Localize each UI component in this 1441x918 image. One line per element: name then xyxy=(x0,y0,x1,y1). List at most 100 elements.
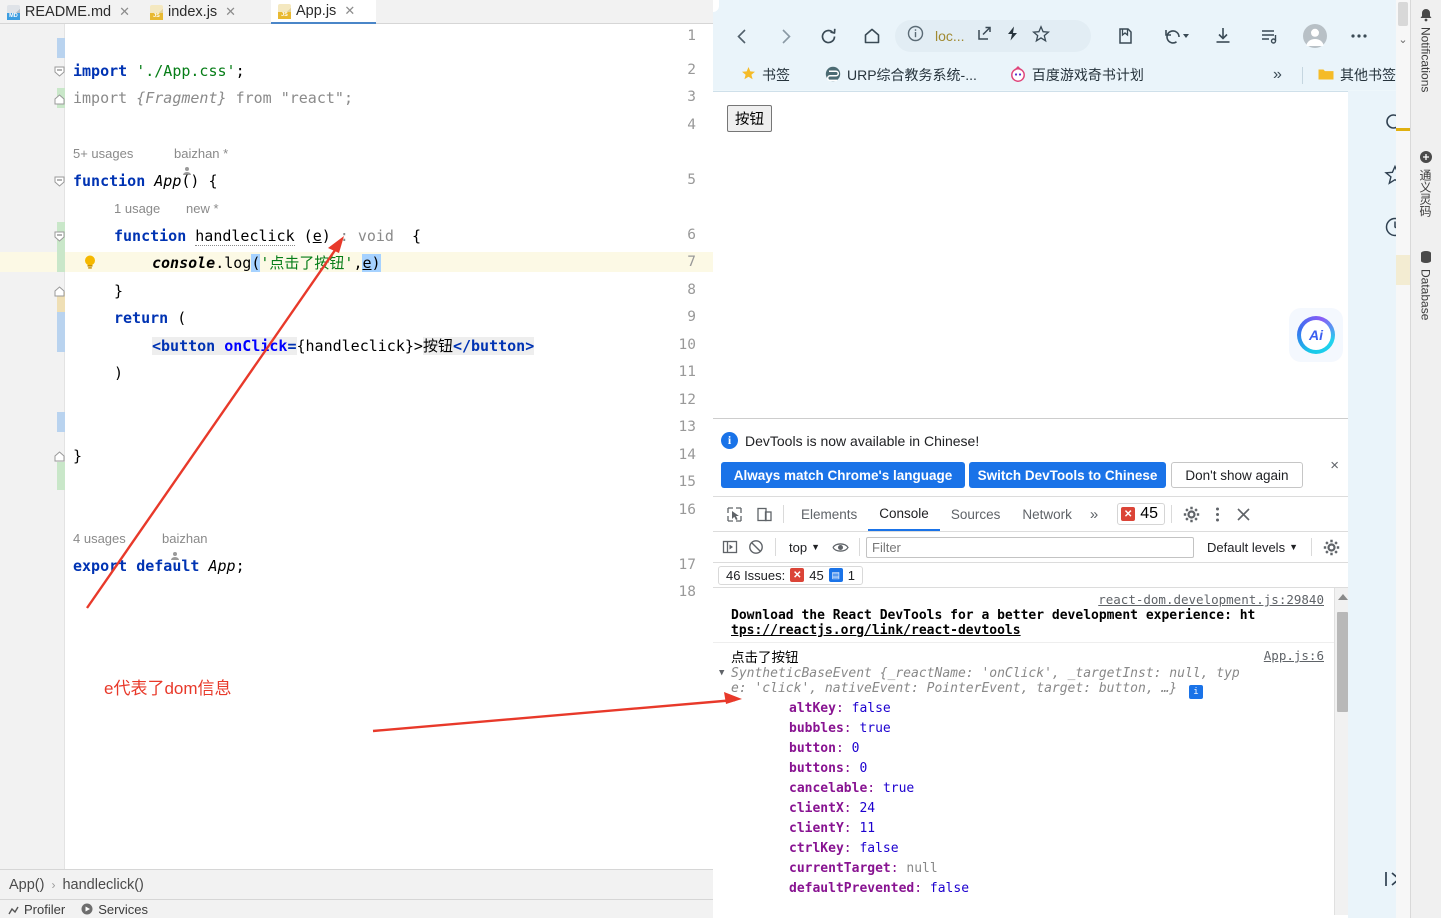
tab-sources[interactable]: Sources xyxy=(940,497,1012,531)
console-entry-click-log[interactable]: App.js:6 点击了按钮 ▼ SyntheticBaseEvent {_re… xyxy=(713,643,1348,900)
tool-button-notifications[interactable]: Notifications xyxy=(1410,8,1441,92)
code-line-17[interactable]: export default App; xyxy=(73,556,245,576)
scroll-thumb[interactable] xyxy=(1398,2,1408,26)
breadcrumb-item-app[interactable]: App() xyxy=(9,877,44,893)
editor-tab-readme[interactable]: README.md ✕ xyxy=(0,0,137,24)
bookmark-item-1[interactable]: URP综合教务系统-... xyxy=(819,63,983,87)
fold-marker-icon[interactable] xyxy=(54,451,65,462)
log-levels-select[interactable]: Default levels ▼ xyxy=(1200,540,1305,555)
browser-tab-strip[interactable] xyxy=(713,0,1441,12)
close-devtools-icon[interactable] xyxy=(1230,501,1256,527)
favorite-star-icon[interactable] xyxy=(1031,24,1050,48)
inspect-element-icon[interactable] xyxy=(721,501,747,527)
code-line-11[interactable]: ) xyxy=(114,363,123,383)
switch-to-chinese-button[interactable]: Switch DevTools to Chinese xyxy=(969,462,1166,488)
code-line-2[interactable]: import './App.css'; xyxy=(73,61,245,81)
object-property[interactable]: currentTarget: null xyxy=(731,859,1348,879)
back-arrow-icon[interactable] xyxy=(725,19,759,53)
browser-tab[interactable] xyxy=(713,0,719,12)
scrollbar-thumb[interactable] xyxy=(1337,612,1348,712)
tabs-overflow-icon[interactable]: » xyxy=(1083,497,1105,531)
tool-button-database[interactable]: Database xyxy=(1410,250,1441,320)
close-icon[interactable]: ✕ xyxy=(225,4,236,20)
console-source-link[interactable]: App.js:6 xyxy=(1264,648,1324,663)
author-hint-export[interactable]: baizhan xyxy=(148,531,208,560)
warning-marker[interactable] xyxy=(1396,128,1410,131)
home-icon[interactable] xyxy=(855,19,889,53)
console-scrollbar[interactable] xyxy=(1334,588,1348,915)
playlist-icon[interactable] xyxy=(1252,19,1286,53)
status-services[interactable]: Services xyxy=(81,902,148,917)
more-options-icon[interactable] xyxy=(1342,19,1376,53)
bookmarks-overflow-icon[interactable]: » xyxy=(1273,66,1282,84)
code-line-5[interactable]: function App() { xyxy=(73,171,218,191)
open-external-icon[interactable] xyxy=(976,25,993,47)
execution-context-select[interactable]: top ▼ xyxy=(782,540,827,555)
object-property[interactable]: bubbles: true xyxy=(731,719,1348,739)
code-line-3[interactable]: import {Fragment} from "react"; xyxy=(73,88,353,108)
console-object-row[interactable]: ▼ SyntheticBaseEvent {_reactName: 'onCli… xyxy=(719,666,1348,681)
address-bar[interactable]: loc... xyxy=(895,20,1091,52)
live-expression-eye-icon[interactable] xyxy=(827,534,853,560)
history-back-icon[interactable] xyxy=(1154,19,1198,53)
code-line-6[interactable]: function handleclick (e) : void { xyxy=(114,226,421,246)
intention-bulb-icon[interactable] xyxy=(82,254,98,270)
dont-show-again-button[interactable]: Don't show again xyxy=(1171,462,1303,488)
always-match-language-button[interactable]: Always match Chrome's language xyxy=(721,462,965,488)
clear-console-icon[interactable] xyxy=(743,534,769,560)
object-property[interactable]: clientY: 11 xyxy=(731,819,1348,839)
address-bar-text[interactable]: loc... xyxy=(935,28,965,44)
issues-summary[interactable]: 46 Issues: ✕ 45 ▤ 1 xyxy=(718,565,863,585)
page-button[interactable]: 按钮 xyxy=(727,105,772,132)
new-hint-handleclick[interactable]: new * xyxy=(186,201,219,216)
forward-arrow-icon[interactable] xyxy=(768,19,802,53)
close-icon[interactable]: ✕ xyxy=(344,3,355,19)
settings-gear-icon[interactable] xyxy=(1178,501,1204,527)
more-options-icon[interactable] xyxy=(1204,501,1230,527)
usages-hint-handleclick[interactable]: 1 usage xyxy=(114,201,160,216)
usages-hint-export[interactable]: 4 usages xyxy=(73,531,126,546)
code-line-14[interactable]: } xyxy=(73,446,82,466)
author-hint-app[interactable]: baizhan * xyxy=(160,146,228,175)
object-property[interactable]: clientX: 24 xyxy=(731,799,1348,819)
ide-right-scroll-column[interactable]: ⌄ xyxy=(1396,0,1410,918)
editor-gutter[interactable] xyxy=(0,24,65,869)
performance-icon[interactable] xyxy=(1004,25,1021,47)
console-sidebar-icon[interactable] xyxy=(717,534,743,560)
bookmark-item-2[interactable]: 百度游戏奇书计划 xyxy=(1004,63,1150,87)
code-line-10[interactable]: <button onClick={handleclick}>按钮</button… xyxy=(152,336,535,356)
tool-button-tongyi[interactable]: 通义灵码 xyxy=(1410,150,1441,217)
console-filter-input[interactable]: Filter xyxy=(866,536,1195,558)
chevron-down-icon[interactable]: ⌄ xyxy=(1397,34,1409,46)
ai-assistant-badge[interactable]: Ai xyxy=(1289,308,1343,362)
status-profiler[interactable]: Profiler xyxy=(8,902,65,917)
console-source-link[interactable]: react-dom.development.js:29840 xyxy=(1098,592,1324,607)
fold-marker-icon[interactable] xyxy=(54,176,65,187)
breadcrumb-item-handleclick[interactable]: handleclick() xyxy=(62,877,143,893)
profile-avatar-icon[interactable] xyxy=(1298,19,1332,53)
error-count-badge[interactable]: ✕ 45 xyxy=(1117,503,1165,525)
close-icon[interactable]: × xyxy=(1330,457,1339,474)
fold-marker-icon[interactable] xyxy=(54,94,65,105)
object-property[interactable]: ctrlKey: false xyxy=(731,839,1348,859)
editor-tab-indexjs[interactable]: index.js ✕ xyxy=(143,0,268,24)
device-toolbar-icon[interactable] xyxy=(751,501,777,527)
other-bookmarks-folder[interactable]: 其他书签 xyxy=(1312,63,1402,87)
fold-marker-icon[interactable] xyxy=(54,231,65,242)
editor-tab-appjs[interactable]: App.js ✕ xyxy=(271,0,376,24)
object-property[interactable]: altKey: false xyxy=(731,699,1348,719)
expand-triangle-icon[interactable]: ▼ xyxy=(719,668,724,678)
collections-icon[interactable] xyxy=(1108,19,1142,53)
usages-hint-app[interactable]: 5+ usages xyxy=(73,146,133,161)
code-line-7[interactable]: console.log('点击了按钮',e) xyxy=(152,253,381,273)
code-line-9[interactable]: return ( xyxy=(114,308,186,328)
bookmark-item-0[interactable]: 书签 xyxy=(735,63,796,87)
downloads-icon[interactable] xyxy=(1206,19,1240,53)
fold-marker-icon[interactable] xyxy=(54,66,65,77)
reload-icon[interactable] xyxy=(811,19,845,53)
info-icon[interactable]: i xyxy=(1188,685,1203,699)
code-line-8[interactable]: } xyxy=(114,281,123,301)
object-property[interactable]: cancelable: true xyxy=(731,779,1348,799)
site-info-icon[interactable] xyxy=(907,25,924,47)
object-property[interactable]: button: 0 xyxy=(731,739,1348,759)
